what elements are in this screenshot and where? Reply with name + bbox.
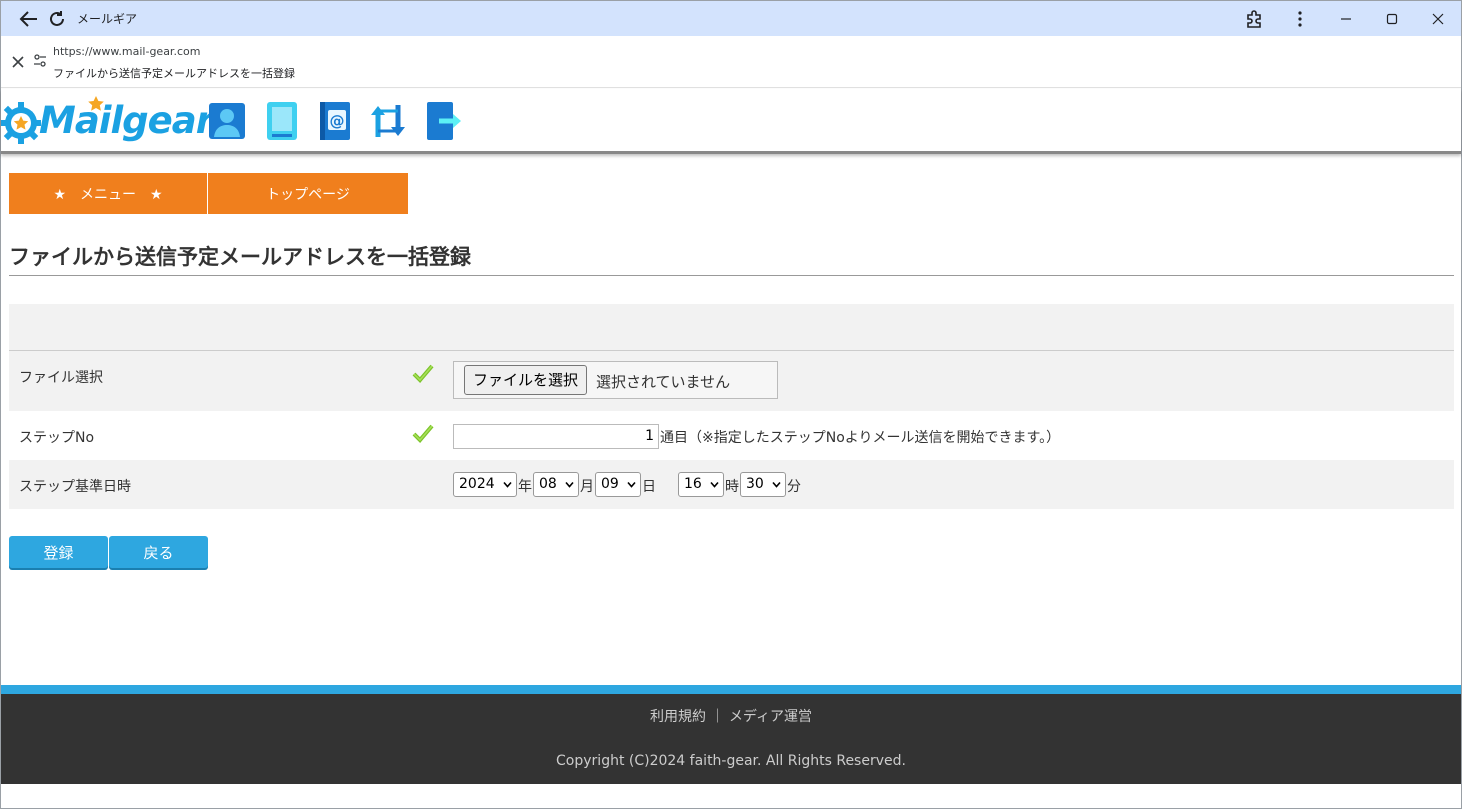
minute-select[interactable]: 30 (740, 472, 786, 497)
sync-icon[interactable] (369, 101, 407, 141)
footer: 利用規約 ｜ メディア運営 Copyright (C)2024 faith-ge… (1, 694, 1461, 784)
row-step-datetime: ステップ基準日時 2024 年 08 月 09 日 16 時 30 分 (9, 460, 1454, 509)
logo-text: Mailgear (39, 99, 214, 142)
year-value: 2024 (459, 476, 495, 492)
back-button[interactable]: 戻る (109, 536, 208, 568)
browser-window: メールギア https://www.mail-gear.com ファイルから送信… (0, 0, 1462, 809)
user-icon[interactable] (208, 101, 246, 141)
required-check-icon (412, 424, 434, 443)
minute-value: 30 (746, 476, 764, 492)
tab-top-page[interactable]: トップページ (208, 173, 408, 214)
month-unit: 月 (580, 479, 594, 495)
year-unit: 年 (518, 479, 532, 495)
form-header (9, 304, 1454, 351)
url-text[interactable]: https://www.mail-gear.com (53, 45, 200, 58)
maximize-icon[interactable] (1369, 1, 1415, 36)
window-title: メールギア (77, 12, 138, 26)
day-select[interactable]: 09 (595, 472, 641, 497)
svg-text:@: @ (330, 112, 345, 130)
file-input: ファイルを選択 選択されていません (453, 361, 778, 399)
page-title: ファイルから送信予定メールアドレスを一括登録 (9, 241, 1454, 276)
chevron-down-icon (772, 481, 781, 488)
close-icon[interactable] (9, 53, 27, 71)
logout-icon[interactable] (425, 101, 463, 141)
top-menu: ★ メニュー ★ トップページ (9, 173, 408, 214)
file-status: 選択されていません (596, 373, 731, 391)
file-select-label: ファイル選択 (19, 370, 103, 386)
day-unit: 日 (642, 479, 656, 495)
extensions-icon[interactable] (1231, 1, 1277, 36)
hour-unit: 時 (725, 479, 739, 495)
copyright: Copyright (C)2024 faith-gear. All Rights… (556, 753, 906, 769)
step-no-label: ステップNo (19, 430, 95, 446)
row-file-select: ファイル選択 ファイルを選択 選択されていません (9, 351, 1454, 411)
terms-link[interactable]: 利用規約 (650, 709, 706, 725)
day-value: 09 (601, 476, 619, 492)
address-bar: https://www.mail-gear.com ファイルから送信予定メールア… (1, 36, 1461, 88)
chevron-down-icon (565, 481, 574, 488)
register-button[interactable]: 登録 (9, 536, 108, 568)
minimize-icon[interactable] (1323, 1, 1369, 36)
footer-separator: ｜ (710, 709, 725, 725)
chevron-down-icon (627, 481, 636, 488)
media-link[interactable]: メディア運営 (729, 709, 812, 725)
row-step-no: ステップNo 1 通目（※指定したステップNoよりメール送信を開始できます。） (9, 411, 1454, 460)
footer-links: 利用規約 ｜ メディア運営 (1, 706, 1461, 726)
close-window-icon[interactable] (1415, 1, 1461, 36)
book-icon[interactable] (263, 101, 301, 141)
step-no-note: 通目（※指定したステップNoよりメール送信を開始できます。） (660, 430, 1061, 446)
upload-form: ファイル選択 ファイルを選択 選択されていません ステップNo 1 通目（※指定… (9, 304, 1454, 509)
mailgear-logo[interactable]: Mailgear (1, 95, 214, 147)
site-settings-icon[interactable] (32, 53, 50, 71)
required-check-icon (412, 364, 434, 383)
reload-icon[interactable] (43, 5, 71, 33)
more-menu-icon[interactable] (1277, 1, 1323, 36)
tab-page-title: ファイルから送信予定メールアドレスを一括登録 (53, 67, 295, 80)
site-header: Mailgear @ (1, 89, 1461, 154)
back-arrow-icon[interactable] (15, 5, 43, 33)
choose-file-button[interactable]: ファイルを選択 (464, 365, 588, 395)
hour-value: 16 (684, 476, 702, 492)
step-datetime-label: ステップ基準日時 (19, 479, 131, 495)
chevron-down-icon (710, 481, 719, 488)
minute-unit: 分 (787, 479, 801, 495)
month-value: 08 (539, 476, 557, 492)
hour-select[interactable]: 16 (678, 472, 724, 497)
year-select[interactable]: 2024 (453, 472, 517, 497)
chevron-down-icon (503, 481, 512, 488)
step-no-input[interactable]: 1 (453, 424, 659, 449)
footer-accent-line (1, 685, 1461, 694)
tab-menu[interactable]: ★ メニュー ★ (9, 173, 208, 214)
title-bar: メールギア (1, 1, 1461, 36)
month-select[interactable]: 08 (533, 472, 579, 497)
address-book-icon[interactable]: @ (316, 101, 354, 141)
